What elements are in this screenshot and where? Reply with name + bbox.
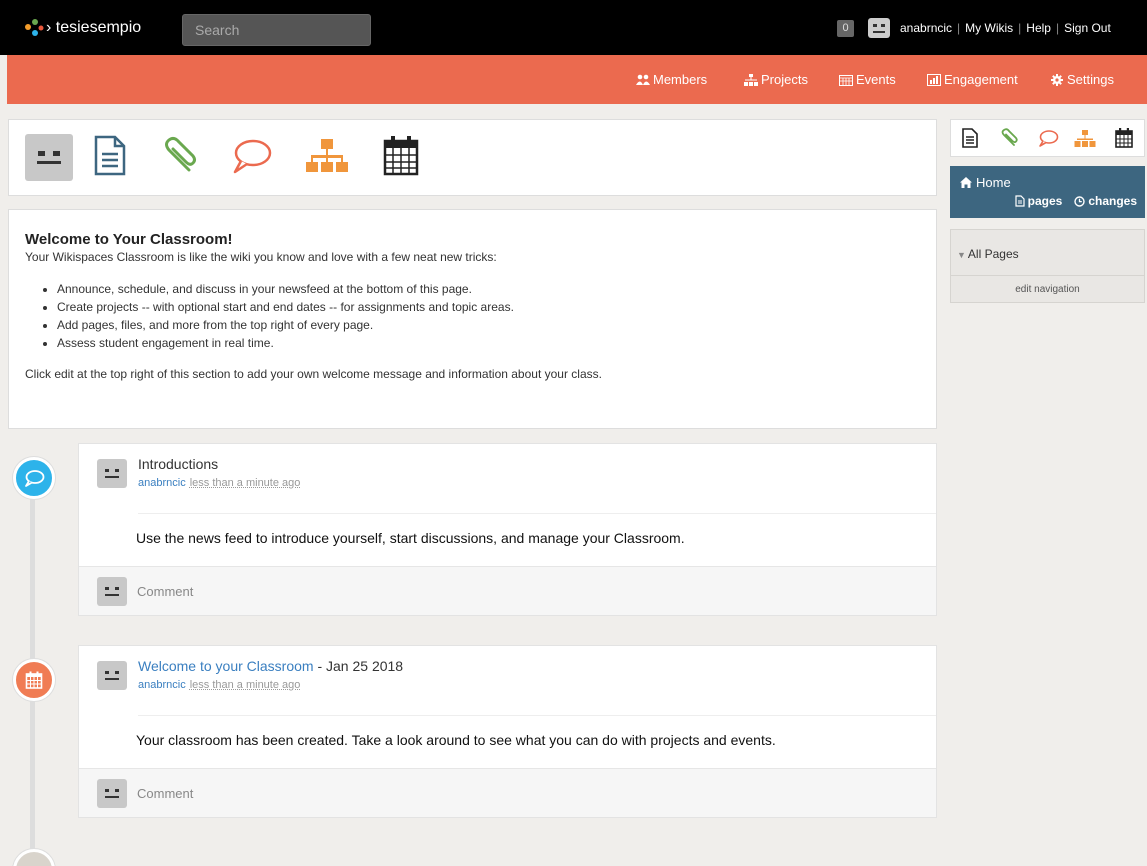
calendar-icon [25, 671, 43, 689]
wikispaces-logo-icon [25, 19, 44, 36]
speech-bubble-icon[interactable] [229, 134, 273, 178]
divider [138, 513, 936, 514]
sidebar-tools [950, 119, 1145, 157]
event-link[interactable]: Welcome to your Classroom [138, 658, 314, 674]
home-link[interactable]: Home [960, 175, 1011, 190]
home-links: pages changes [1015, 194, 1137, 208]
user-avatar[interactable] [868, 18, 890, 38]
help-link[interactable]: Help [1026, 21, 1051, 35]
speech-bubble-icon [25, 470, 45, 487]
user-links: anabrncic | My Wikis | Help | Sign Out [900, 21, 1111, 35]
pages-link[interactable]: pages [1015, 194, 1062, 208]
nav-events[interactable]: Events [839, 72, 896, 87]
paperclip-icon[interactable] [159, 134, 199, 178]
divider [138, 715, 936, 716]
discussion-timeline-icon [13, 457, 55, 499]
main-nav: Members Projects Events Engagement Setti… [7, 55, 1147, 104]
welcome-list: Announce, schedule, and discuss in your … [57, 280, 920, 352]
list-item: Announce, schedule, and discuss in your … [57, 280, 920, 298]
post-body: Your classroom has been created. Take a … [136, 732, 776, 748]
comment-input[interactable]: Comment [137, 584, 193, 599]
paperclip-icon[interactable] [999, 127, 1019, 149]
avatar [97, 577, 127, 606]
welcome-footer: Click edit at the top right of this sect… [25, 367, 602, 381]
projects-icon [744, 73, 758, 86]
post-meta: anabrncic less than a minute ago [138, 477, 300, 489]
welcome-title: Welcome to Your Classroom! [25, 231, 233, 248]
list-item: Assess student engagement in real time. [57, 334, 920, 352]
feed-post: Welcome to your Classroom - Jan 25 2018 … [78, 645, 937, 818]
search-input[interactable]: Search [182, 14, 371, 46]
welcome-subtitle: Your Wikispaces Classroom is like the wi… [25, 250, 497, 264]
timeline-end-icon [13, 849, 55, 866]
avatar-icon[interactable] [25, 134, 73, 181]
post-author-link[interactable]: anabrncic [138, 477, 186, 489]
speech-bubble-icon[interactable] [1037, 127, 1059, 149]
content-tools-panel [8, 119, 937, 196]
changes-link[interactable]: changes [1074, 194, 1137, 208]
page-icon [1015, 195, 1025, 207]
welcome-section: Welcome to Your Classroom! Your Wikispac… [8, 209, 937, 429]
home-nav-box: Home pages changes [950, 166, 1145, 218]
avatar[interactable] [97, 459, 127, 488]
page-icon[interactable] [91, 134, 131, 178]
notification-count-badge[interactable]: 0 [837, 20, 854, 37]
post-time: less than a minute ago [189, 679, 301, 691]
username-link[interactable]: anabrncic [900, 21, 952, 35]
nav-members[interactable]: Members [636, 72, 707, 87]
wiki-name[interactable]: › tesiesempio [46, 19, 141, 37]
avatar [97, 779, 127, 808]
gear-icon [1051, 73, 1063, 86]
post-time: less than a minute ago [189, 477, 301, 489]
comment-input[interactable]: Comment [137, 786, 193, 801]
calendar-icon[interactable] [381, 134, 421, 178]
list-item: Add pages, files, and more from the top … [57, 316, 920, 334]
edit-navigation-link[interactable]: edit navigation [951, 284, 1144, 295]
top-bar: › tesiesempio Search 0 anabrncic | My Wiki… [0, 0, 1147, 55]
events-icon [839, 74, 853, 86]
post-author-link[interactable]: anabrncic [138, 679, 186, 691]
event-timeline-icon [13, 659, 55, 701]
post-title[interactable]: Welcome to your Classroom - Jan 25 2018 [138, 658, 403, 674]
list-item: Create projects -- with optional start a… [57, 298, 920, 316]
page-icon[interactable] [960, 127, 980, 149]
members-icon [636, 74, 650, 85]
home-icon [960, 177, 972, 188]
divider [951, 275, 1144, 276]
comment-box[interactable]: Comment [79, 768, 936, 817]
comment-box[interactable]: Comment [79, 566, 936, 615]
project-tree-icon[interactable] [305, 134, 349, 178]
navigation-box: ▼ All Pages edit navigation [950, 229, 1145, 303]
post-body: Use the news feed to introduce yourself,… [136, 530, 685, 546]
sign-out-link[interactable]: Sign Out [1064, 21, 1111, 35]
project-tree-icon[interactable] [1074, 127, 1096, 149]
caret-down-icon: ▼ [957, 250, 966, 260]
nav-projects[interactable]: Projects [744, 72, 808, 87]
feed-post: Introductions anabrncic less than a minut… [78, 443, 937, 616]
post-title[interactable]: Introductions [138, 456, 218, 472]
all-pages-toggle[interactable]: ▼ All Pages [957, 247, 1019, 261]
nav-settings[interactable]: Settings [1050, 72, 1114, 87]
site-logo[interactable]: › tesiesempio [22, 18, 141, 38]
engagement-icon [927, 73, 941, 86]
clock-icon [1074, 195, 1086, 207]
post-meta: anabrncic less than a minute ago [138, 679, 300, 691]
calendar-icon[interactable] [1114, 127, 1134, 149]
avatar[interactable] [97, 661, 127, 690]
nav-engagement[interactable]: Engagement [927, 72, 1018, 87]
my-wikis-link[interactable]: My Wikis [965, 21, 1013, 35]
